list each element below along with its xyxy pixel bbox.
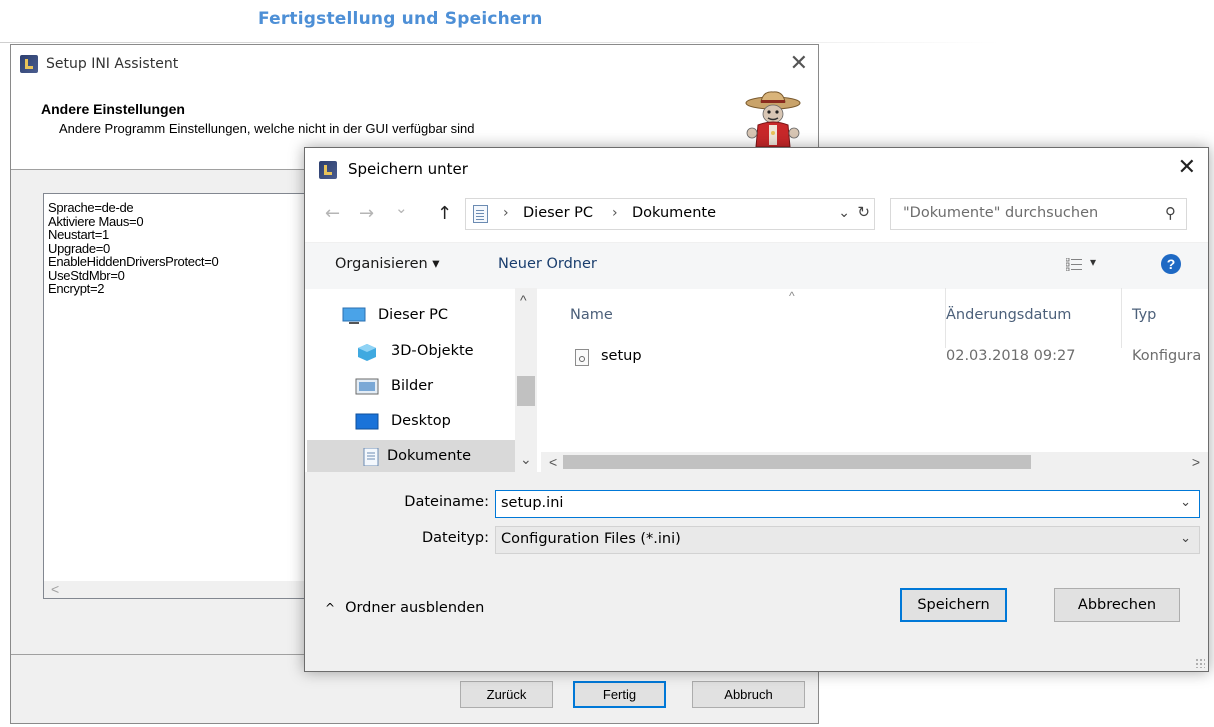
- cube-icon: [358, 344, 376, 361]
- view-options-icon[interactable]: [1066, 258, 1082, 271]
- breadcrumb-this-pc[interactable]: Dieser PC: [523, 205, 593, 221]
- file-date: 02.03.2018 09:27: [946, 348, 1076, 364]
- header-title: Andere Einstellungen: [41, 101, 185, 117]
- cancel-button[interactable]: Abbruch: [692, 681, 805, 708]
- column-divider: [1121, 288, 1122, 348]
- sidebar-item-documents[interactable]: Dokumente: [307, 440, 515, 472]
- app-icon: [20, 55, 38, 73]
- search-placeholder: "Dokumente" durchsuchen: [903, 205, 1099, 221]
- close-icon[interactable]: ✕: [1178, 155, 1196, 180]
- scrollbar-thumb[interactable]: [517, 376, 535, 406]
- file-list: ^ Name Änderungsdatum Typ setup 02.03.20…: [541, 288, 1208, 472]
- refresh-icon[interactable]: ↻: [857, 203, 870, 221]
- navigation-row: ← → ⌄ ↑ › Dieser PC › Dokumente ⌄ ↻ "Dok…: [305, 198, 1208, 232]
- page-caption: Fertigstellung und Speichern: [258, 9, 543, 29]
- filetype-value: Configuration Files (*.ini): [501, 531, 681, 547]
- breadcrumb-separator: ›: [612, 205, 618, 221]
- config-file-icon: [575, 349, 589, 366]
- search-icon[interactable]: ⚲: [1165, 204, 1176, 222]
- navigation-pane: Dieser PC 3D-Objekte Bilder Desktop Doku…: [305, 288, 541, 472]
- chevron-down-icon[interactable]: ⌄: [520, 451, 532, 468]
- file-name: setup: [601, 348, 642, 364]
- back-arrow-icon[interactable]: ←: [325, 203, 340, 224]
- sort-ascending-icon: ^: [789, 289, 795, 303]
- chevron-up-icon[interactable]: ^: [520, 292, 527, 308]
- close-icon[interactable]: ✕: [790, 51, 808, 76]
- ini-horizontal-scrollbar[interactable]: <: [44, 581, 332, 598]
- up-arrow-icon[interactable]: ↑: [437, 203, 452, 224]
- ini-line: Neustart=1: [48, 227, 109, 242]
- sidebar-item-label: 3D-Objekte: [391, 343, 474, 359]
- scrollbar-thumb[interactable]: [563, 455, 1031, 469]
- file-list-horizontal-scrollbar[interactable]: < >: [541, 452, 1208, 472]
- ini-line: EnableHiddenDriversProtect=0: [48, 254, 219, 269]
- resize-grip-icon[interactable]: [1195, 658, 1205, 668]
- ini-line: Encrypt=2: [48, 281, 105, 296]
- save-as-dialog: Speichern unter ✕ ← → ⌄ ↑ › Dieser PC › …: [304, 147, 1209, 672]
- recent-locations-icon[interactable]: ⌄: [395, 199, 408, 217]
- header-subtitle: Andere Programm Einstellungen, welche ni…: [59, 121, 475, 136]
- filename-input[interactable]: setup.ini ⌄: [495, 490, 1200, 518]
- toolbar: Organisieren ▾ Neuer Ordner ▾ ?: [305, 242, 1208, 289]
- app-icon: [319, 161, 337, 179]
- scroll-left-icon[interactable]: <: [549, 454, 557, 470]
- forward-arrow-icon[interactable]: →: [359, 203, 374, 224]
- new-folder-button[interactable]: Neuer Ordner: [498, 256, 597, 272]
- save-button[interactable]: Speichern: [900, 588, 1007, 622]
- computer-icon: [342, 307, 366, 324]
- caption-divider: [0, 42, 1000, 43]
- assistant-titlebar: Setup INI Assistent ✕: [11, 45, 818, 85]
- ini-line: UseStdMbr=0: [48, 267, 125, 283]
- cancel-button[interactable]: Abbrechen: [1054, 588, 1180, 622]
- sidebar-item-label: Desktop: [391, 413, 451, 429]
- documents-icon: [363, 448, 379, 466]
- sidebar-item-label: Bilder: [391, 378, 434, 394]
- sidebar-item-this-pc[interactable]: Dieser PC: [342, 299, 538, 331]
- ini-line: Sprache=de-de: [48, 200, 134, 215]
- filename-label: Dateiname:: [404, 494, 489, 510]
- scroll-left-icon[interactable]: <: [51, 581, 59, 597]
- organize-menu[interactable]: Organisieren ▾: [335, 256, 440, 272]
- chevron-down-icon[interactable]: ⌄: [838, 204, 850, 221]
- file-type: Konfigura: [1132, 348, 1202, 364]
- scroll-right-icon[interactable]: >: [1192, 454, 1200, 470]
- navigation-scrollbar[interactable]: ^ ⌄: [515, 288, 537, 472]
- assistant-title: Setup INI Assistent: [46, 56, 179, 72]
- ini-lines: Sprache=de-de Aktiviere Maus=0 Neustart=1 U…: [48, 200, 219, 296]
- finish-button[interactable]: Fertig: [573, 681, 666, 708]
- ini-line: Aktiviere Maus=0: [48, 213, 144, 229]
- breadcrumb-documents[interactable]: Dokumente: [632, 205, 716, 221]
- pictures-icon: [355, 378, 379, 395]
- filename-value: setup.ini: [501, 495, 564, 511]
- column-header-type[interactable]: Typ: [1132, 307, 1156, 323]
- sidebar-item-label: Dieser PC: [378, 307, 449, 323]
- hide-folders-toggle[interactable]: ^ Ordner ausblenden: [325, 600, 484, 616]
- help-icon[interactable]: ?: [1161, 254, 1181, 274]
- ini-line: Upgrade=0: [48, 240, 110, 256]
- hide-folders-label: Ordner ausblenden: [345, 600, 485, 616]
- column-header-date[interactable]: Änderungsdatum: [946, 307, 1071, 323]
- filetype-select[interactable]: Configuration Files (*.ini) ⌄: [495, 526, 1200, 554]
- ini-settings-textarea[interactable]: Sprache=de-de Aktiviere Maus=0 Neustart=1 U…: [43, 193, 333, 599]
- chevron-down-icon[interactable]: ⌄: [1180, 495, 1191, 510]
- chevron-down-icon[interactable]: ⌄: [1180, 531, 1191, 546]
- sidebar-item-label: Dokumente: [387, 448, 472, 464]
- back-button[interactable]: Zurück: [460, 681, 553, 708]
- search-input[interactable]: "Dokumente" durchsuchen ⚲: [890, 198, 1187, 230]
- breadcrumb-separator: ›: [503, 205, 509, 221]
- filetype-label: Dateityp:: [421, 530, 489, 546]
- desktop-icon: [355, 413, 379, 430]
- table-row[interactable]: setup 02.03.2018 09:27 Konfigura: [541, 344, 1208, 372]
- dialog-title: Speichern unter: [348, 160, 468, 178]
- view-dropdown-icon[interactable]: ▾: [1090, 255, 1096, 269]
- address-bar[interactable]: › Dieser PC › Dokumente ⌄ ↻: [465, 198, 875, 230]
- chevron-up-icon: ^: [325, 601, 336, 615]
- column-header-name[interactable]: Name: [570, 307, 613, 323]
- documents-folder-icon: [473, 205, 488, 223]
